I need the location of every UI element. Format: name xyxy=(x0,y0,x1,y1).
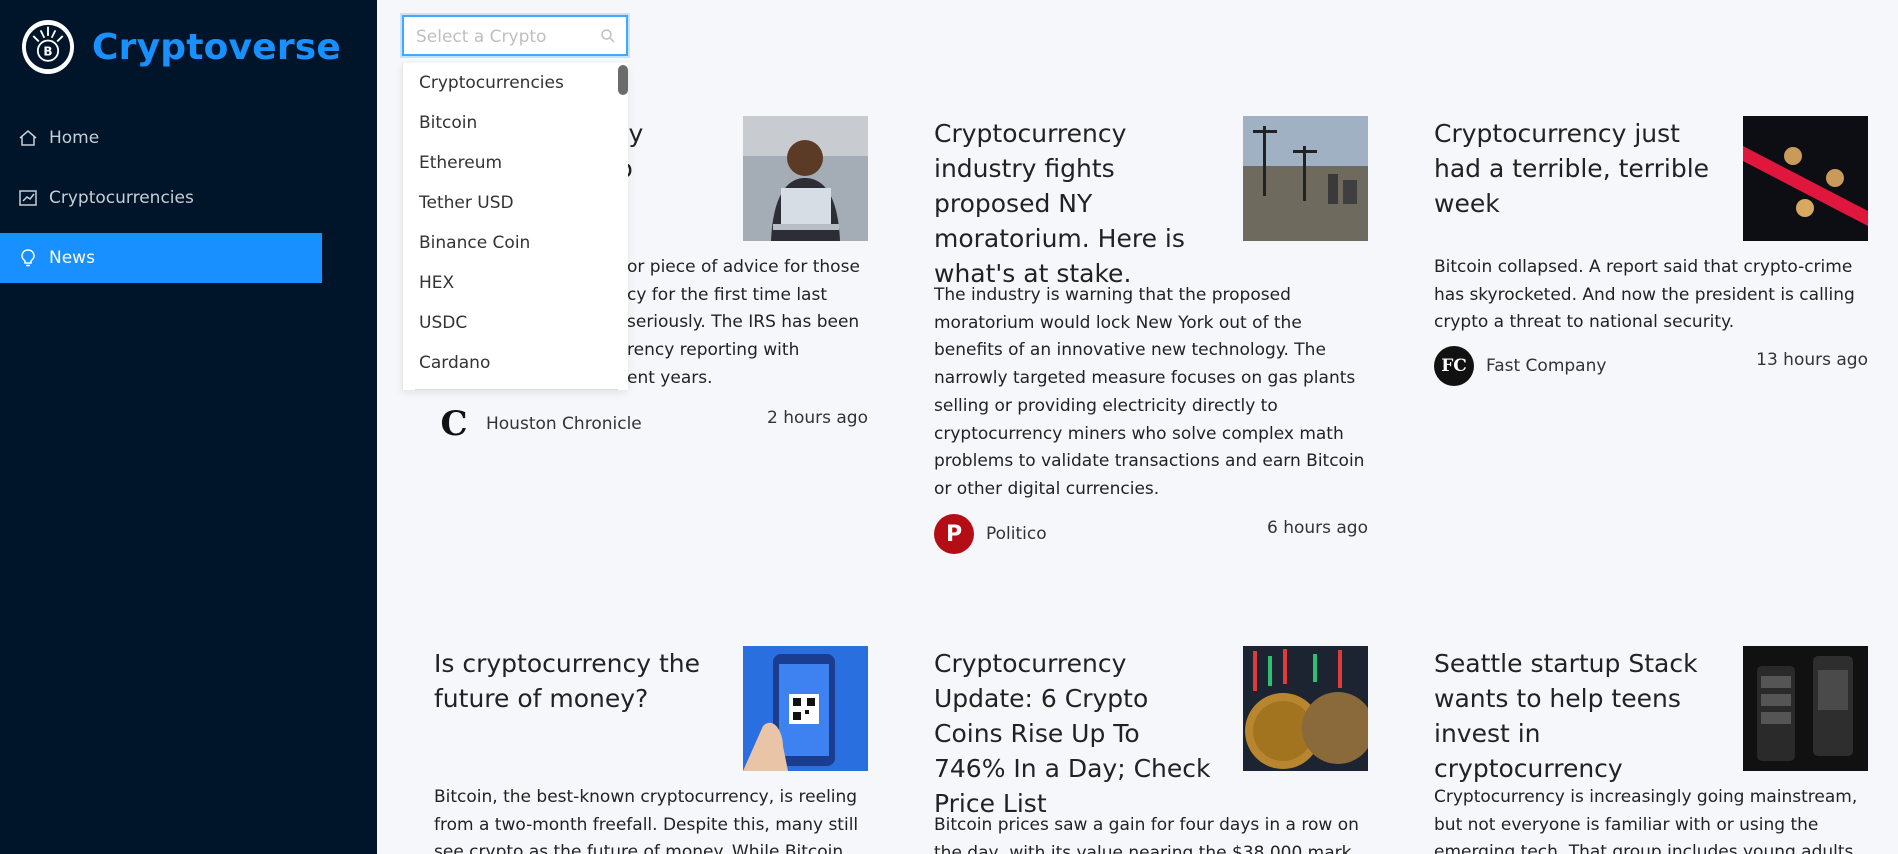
provider-logo-icon: P xyxy=(934,514,974,554)
news-card[interactable]: Cryptocurrency just had a terrible, terr… xyxy=(1434,116,1868,396)
app-title[interactable]: Cryptoverse xyxy=(92,27,341,68)
news-thumbnail xyxy=(1243,116,1368,241)
news-card[interactable]: Cryptocurrency industry fights proposed … xyxy=(934,116,1368,556)
provider-initial: C xyxy=(440,404,468,444)
dropdown-option[interactable]: Binance Coin xyxy=(403,223,628,263)
news-title: Cryptocurrency Update: 6 Crypto Coins Ri… xyxy=(934,649,1211,818)
dropdown-option[interactable]: Cardano xyxy=(403,343,628,383)
provider-logo-icon: FC xyxy=(1434,346,1474,386)
sidebar-item-home[interactable]: Home xyxy=(0,113,322,163)
news-title: Cryptocurrency industry fights proposed … xyxy=(934,119,1185,288)
news-desc-line: seriously. The IRS has been xyxy=(627,312,860,333)
crypto-dropdown: Cryptocurrencies Bitcoin Ethereum Tether… xyxy=(402,63,628,390)
dropdown-option[interactable]: Ethereum xyxy=(403,143,628,183)
news-time: 6 hours ago xyxy=(1266,518,1368,538)
provider-name: Fast Company xyxy=(1486,356,1607,376)
news-thumbnail xyxy=(1743,116,1868,241)
crypto-select[interactable] xyxy=(402,15,628,56)
sidebar-menu: Home Cryptocurrencies News xyxy=(0,113,322,293)
news-description: Bitcoin prices saw a gain for four days … xyxy=(934,815,1359,854)
news-provider: FC Fast Company 13 hours ago xyxy=(1434,344,1868,388)
logo[interactable]: B Cryptoverse xyxy=(22,20,341,74)
news-title: Is cryptocurrency the future of money? xyxy=(434,649,701,713)
news-description: The industry is warning that the propose… xyxy=(934,285,1365,499)
news-card[interactable]: Cryptocurrency Update: 6 Crypto Coins Ri… xyxy=(934,646,1368,854)
dropdown-scrollbar[interactable] xyxy=(618,65,628,95)
news-desc-line: or piece of advice for those xyxy=(627,257,860,277)
crypto-select-input[interactable] xyxy=(416,26,591,48)
provider-logo-icon: C xyxy=(434,404,474,444)
news-time: 13 hours ago xyxy=(1756,350,1868,370)
sidebar-item-label: Home xyxy=(49,128,100,148)
news-provider: C Houston Chronicle 2 hours ago xyxy=(434,402,868,446)
news-card[interactable]: Is cryptocurrency the future of money? B… xyxy=(434,646,868,854)
dropdown-divider xyxy=(415,389,618,390)
svg-text:B: B xyxy=(43,44,52,58)
dropdown-option[interactable]: Tether USD xyxy=(403,183,628,223)
news-desc-line: rency reporting with xyxy=(627,340,800,361)
sidebar: B Cryptoverse Home Cryptocurrencies News xyxy=(0,0,377,854)
dropdown-option[interactable]: HEX xyxy=(403,263,628,303)
sidebar-item-label: News xyxy=(49,248,95,268)
bulb-icon xyxy=(21,249,35,267)
news-thumbnail xyxy=(1743,646,1868,771)
search-icon xyxy=(601,29,615,43)
home-icon xyxy=(19,130,37,146)
provider-initial: FC xyxy=(1441,356,1467,376)
provider-name: Politico xyxy=(986,524,1047,544)
news-title: Seattle startup Stack wants to help teen… xyxy=(1434,649,1698,783)
sidebar-item-cryptocurrencies[interactable]: Cryptocurrencies xyxy=(0,173,322,223)
news-card[interactable]: Seattle startup Stack wants to help teen… xyxy=(1434,646,1868,854)
provider-initial: P xyxy=(945,521,963,547)
news-thumbnail xyxy=(743,646,868,771)
sidebar-item-news[interactable]: News xyxy=(0,233,322,283)
dropdown-option[interactable]: USDC xyxy=(403,303,628,343)
news-thumbnail xyxy=(1243,646,1368,771)
news-description: Bitcoin, the best-known cryptocurrency, … xyxy=(434,787,859,854)
news-provider: P Politico 6 hours ago xyxy=(934,512,1368,556)
provider-name: Houston Chronicle xyxy=(486,414,642,434)
sidebar-item-label: Cryptocurrencies xyxy=(49,188,194,208)
chart-icon xyxy=(19,190,37,206)
dropdown-option[interactable]: Bitcoin xyxy=(403,103,628,143)
news-description: Cryptocurrency is increasingly going mai… xyxy=(1434,787,1858,854)
news-title: Cryptocurrency just had a terrible, terr… xyxy=(1434,119,1710,218)
news-thumbnail xyxy=(743,116,868,241)
news-time: 2 hours ago xyxy=(766,408,868,428)
news-desc-line: ent years. xyxy=(627,367,713,388)
dropdown-option[interactable]: Cryptocurrencies xyxy=(403,63,628,103)
news-desc-line: cy for the first time last xyxy=(627,284,827,305)
news-description: Bitcoin collapsed. A report said that cr… xyxy=(1434,257,1855,333)
crypto-logo-icon: B xyxy=(22,20,74,74)
news-description: or piece of advice for those cy for the … xyxy=(627,254,867,393)
